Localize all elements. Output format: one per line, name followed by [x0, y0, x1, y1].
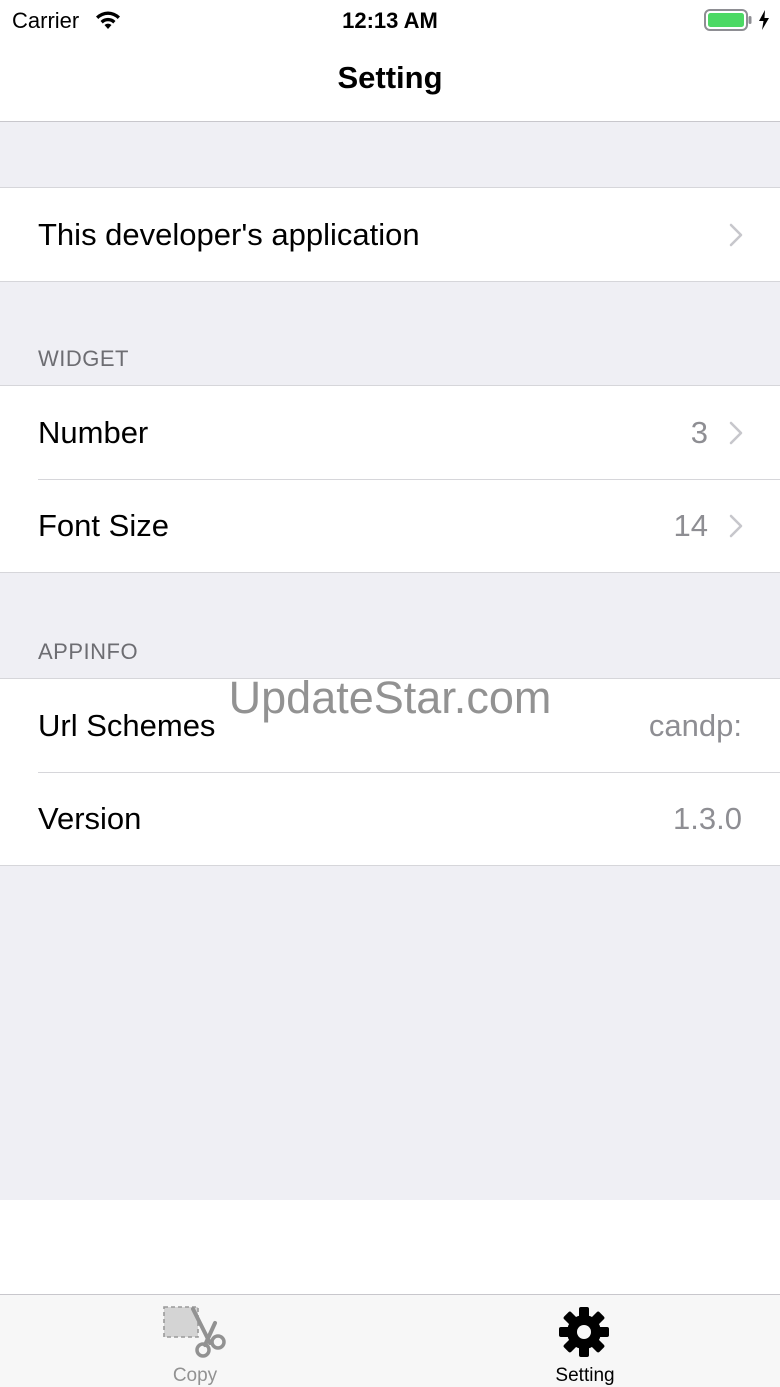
font-size-row[interactable]: Font Size 14 — [0, 479, 780, 572]
row-label: Number — [38, 415, 149, 450]
status-time: 12:13 AM — [342, 8, 438, 33]
row-value: 14 — [673, 508, 708, 543]
row-value: candp: — [648, 708, 742, 743]
status-bar: Carrier 12:13 AM — [0, 0, 780, 40]
url-schemes-row[interactable]: Url Schemes candp: — [0, 679, 780, 772]
navigation-bar: Setting — [0, 40, 780, 122]
widget-group: Number 3 Font Size 14 — [0, 385, 780, 573]
number-row[interactable]: Number 3 — [0, 386, 780, 479]
chevron-right-icon — [729, 421, 743, 445]
tab-label: Setting — [555, 1365, 615, 1386]
row-label: Version — [38, 801, 142, 836]
scissors-icon — [163, 1306, 226, 1358]
row-label: Font Size — [38, 508, 169, 543]
settings-table: This developer's application WIDGET Numb… — [0, 122, 780, 1200]
section-header-widget: WIDGET — [38, 346, 129, 371]
tab-bar: Copy Setting — [0, 1294, 780, 1387]
developer-group: This developer's application — [0, 187, 780, 282]
row-label: Url Schemes — [38, 708, 216, 743]
appinfo-group: Url Schemes candp: Version 1.3.0 — [0, 678, 780, 866]
tab-copy[interactable]: Copy — [0, 1295, 390, 1387]
row-value: 3 — [690, 415, 708, 450]
developer-apps-row[interactable]: This developer's application — [0, 188, 780, 281]
battery-icon — [704, 9, 752, 31]
charging-bolt-icon — [759, 10, 769, 30]
tab-label: Copy — [172, 1365, 218, 1386]
row-label: This developer's application — [38, 217, 420, 252]
tab-setting[interactable]: Setting — [390, 1295, 780, 1387]
version-row: Version 1.3.0 — [0, 772, 780, 865]
page-title: Setting — [337, 60, 443, 95]
chevron-right-icon — [729, 223, 743, 247]
row-value: 1.3.0 — [673, 801, 742, 836]
section-header-appinfo: APPINFO — [38, 639, 139, 664]
chevron-right-icon — [729, 514, 743, 538]
gear-icon — [559, 1307, 609, 1357]
